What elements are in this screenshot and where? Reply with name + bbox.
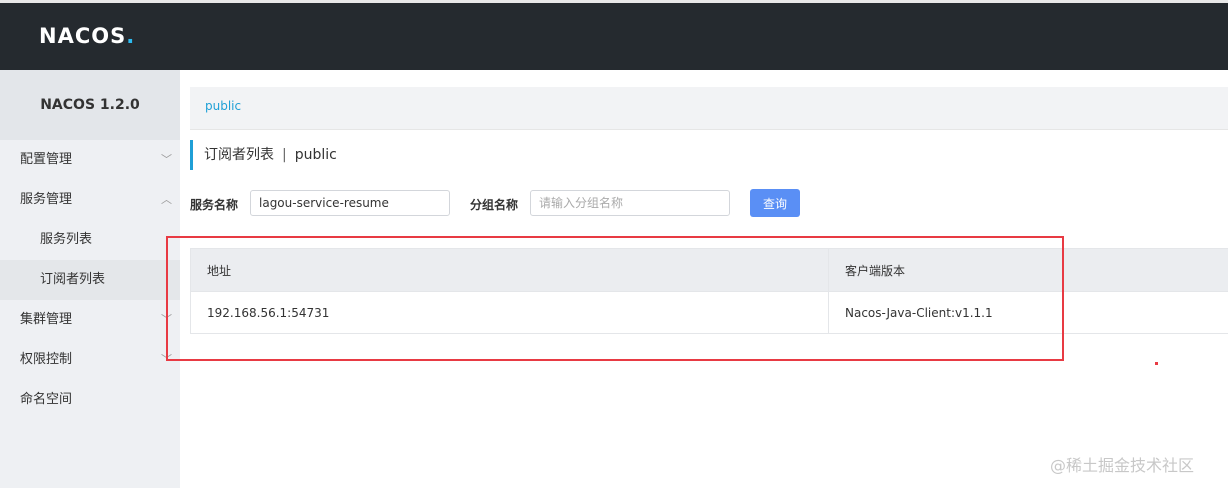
namespace-bar: public bbox=[190, 87, 1228, 130]
sidebar-item-subscriber-list[interactable]: 订阅者列表 bbox=[0, 260, 180, 300]
namespace-tab-public[interactable]: public bbox=[205, 99, 241, 113]
logo-dot: . bbox=[126, 24, 136, 48]
nacos-logo[interactable]: NACOS. bbox=[39, 24, 135, 48]
sidebar-item-label: 命名空间 bbox=[20, 392, 73, 407]
watermark: @稀土掘金技术社区 bbox=[1050, 456, 1195, 475]
sidebar-item-cluster-management[interactable]: 集群管理 ﹀ bbox=[0, 300, 180, 340]
sidebar-item-config-management[interactable]: 配置管理 ﹀ bbox=[0, 140, 180, 180]
group-name-input[interactable] bbox=[530, 190, 730, 216]
annotation-dot bbox=[1155, 362, 1158, 365]
sidebar-item-service-management[interactable]: 服务管理 ︿ bbox=[0, 180, 180, 220]
service-name-input[interactable] bbox=[250, 190, 450, 216]
logo-text: NACOS bbox=[39, 24, 127, 48]
sidebar: NACOS 1.2.0 配置管理 ﹀ 服务管理 ︿ 服务列表 订阅者列表 集群管… bbox=[0, 70, 180, 488]
sidebar-item-permission-control[interactable]: 权限控制 ﹀ bbox=[0, 340, 180, 380]
chevron-up-icon: ︿ bbox=[161, 193, 172, 206]
sidebar-item-namespace[interactable]: 命名空间 bbox=[0, 380, 180, 420]
page-title-text: 订阅者列表 bbox=[204, 147, 274, 163]
group-name-label: 分组名称 bbox=[470, 198, 519, 212]
page-title: 订阅者列表 | public bbox=[190, 140, 337, 170]
sidebar-item-label: 配置管理 bbox=[20, 152, 73, 167]
version-label: NACOS 1.2.0 bbox=[0, 70, 180, 140]
service-name-label: 服务名称 bbox=[190, 198, 239, 212]
title-separator: | bbox=[282, 147, 287, 163]
annotation-highlight-box bbox=[166, 236, 1064, 361]
sidebar-item-label: 服务管理 bbox=[20, 192, 73, 207]
query-button[interactable]: 查询 bbox=[750, 189, 800, 217]
sidebar-item-label: 集群管理 bbox=[20, 312, 73, 327]
chevron-down-icon: ﹀ bbox=[161, 153, 172, 166]
page-title-namespace: public bbox=[294, 147, 337, 163]
top-header: NACOS. bbox=[0, 3, 1228, 70]
sidebar-item-service-list[interactable]: 服务列表 bbox=[0, 220, 180, 260]
sidebar-item-label: 权限控制 bbox=[20, 352, 73, 367]
